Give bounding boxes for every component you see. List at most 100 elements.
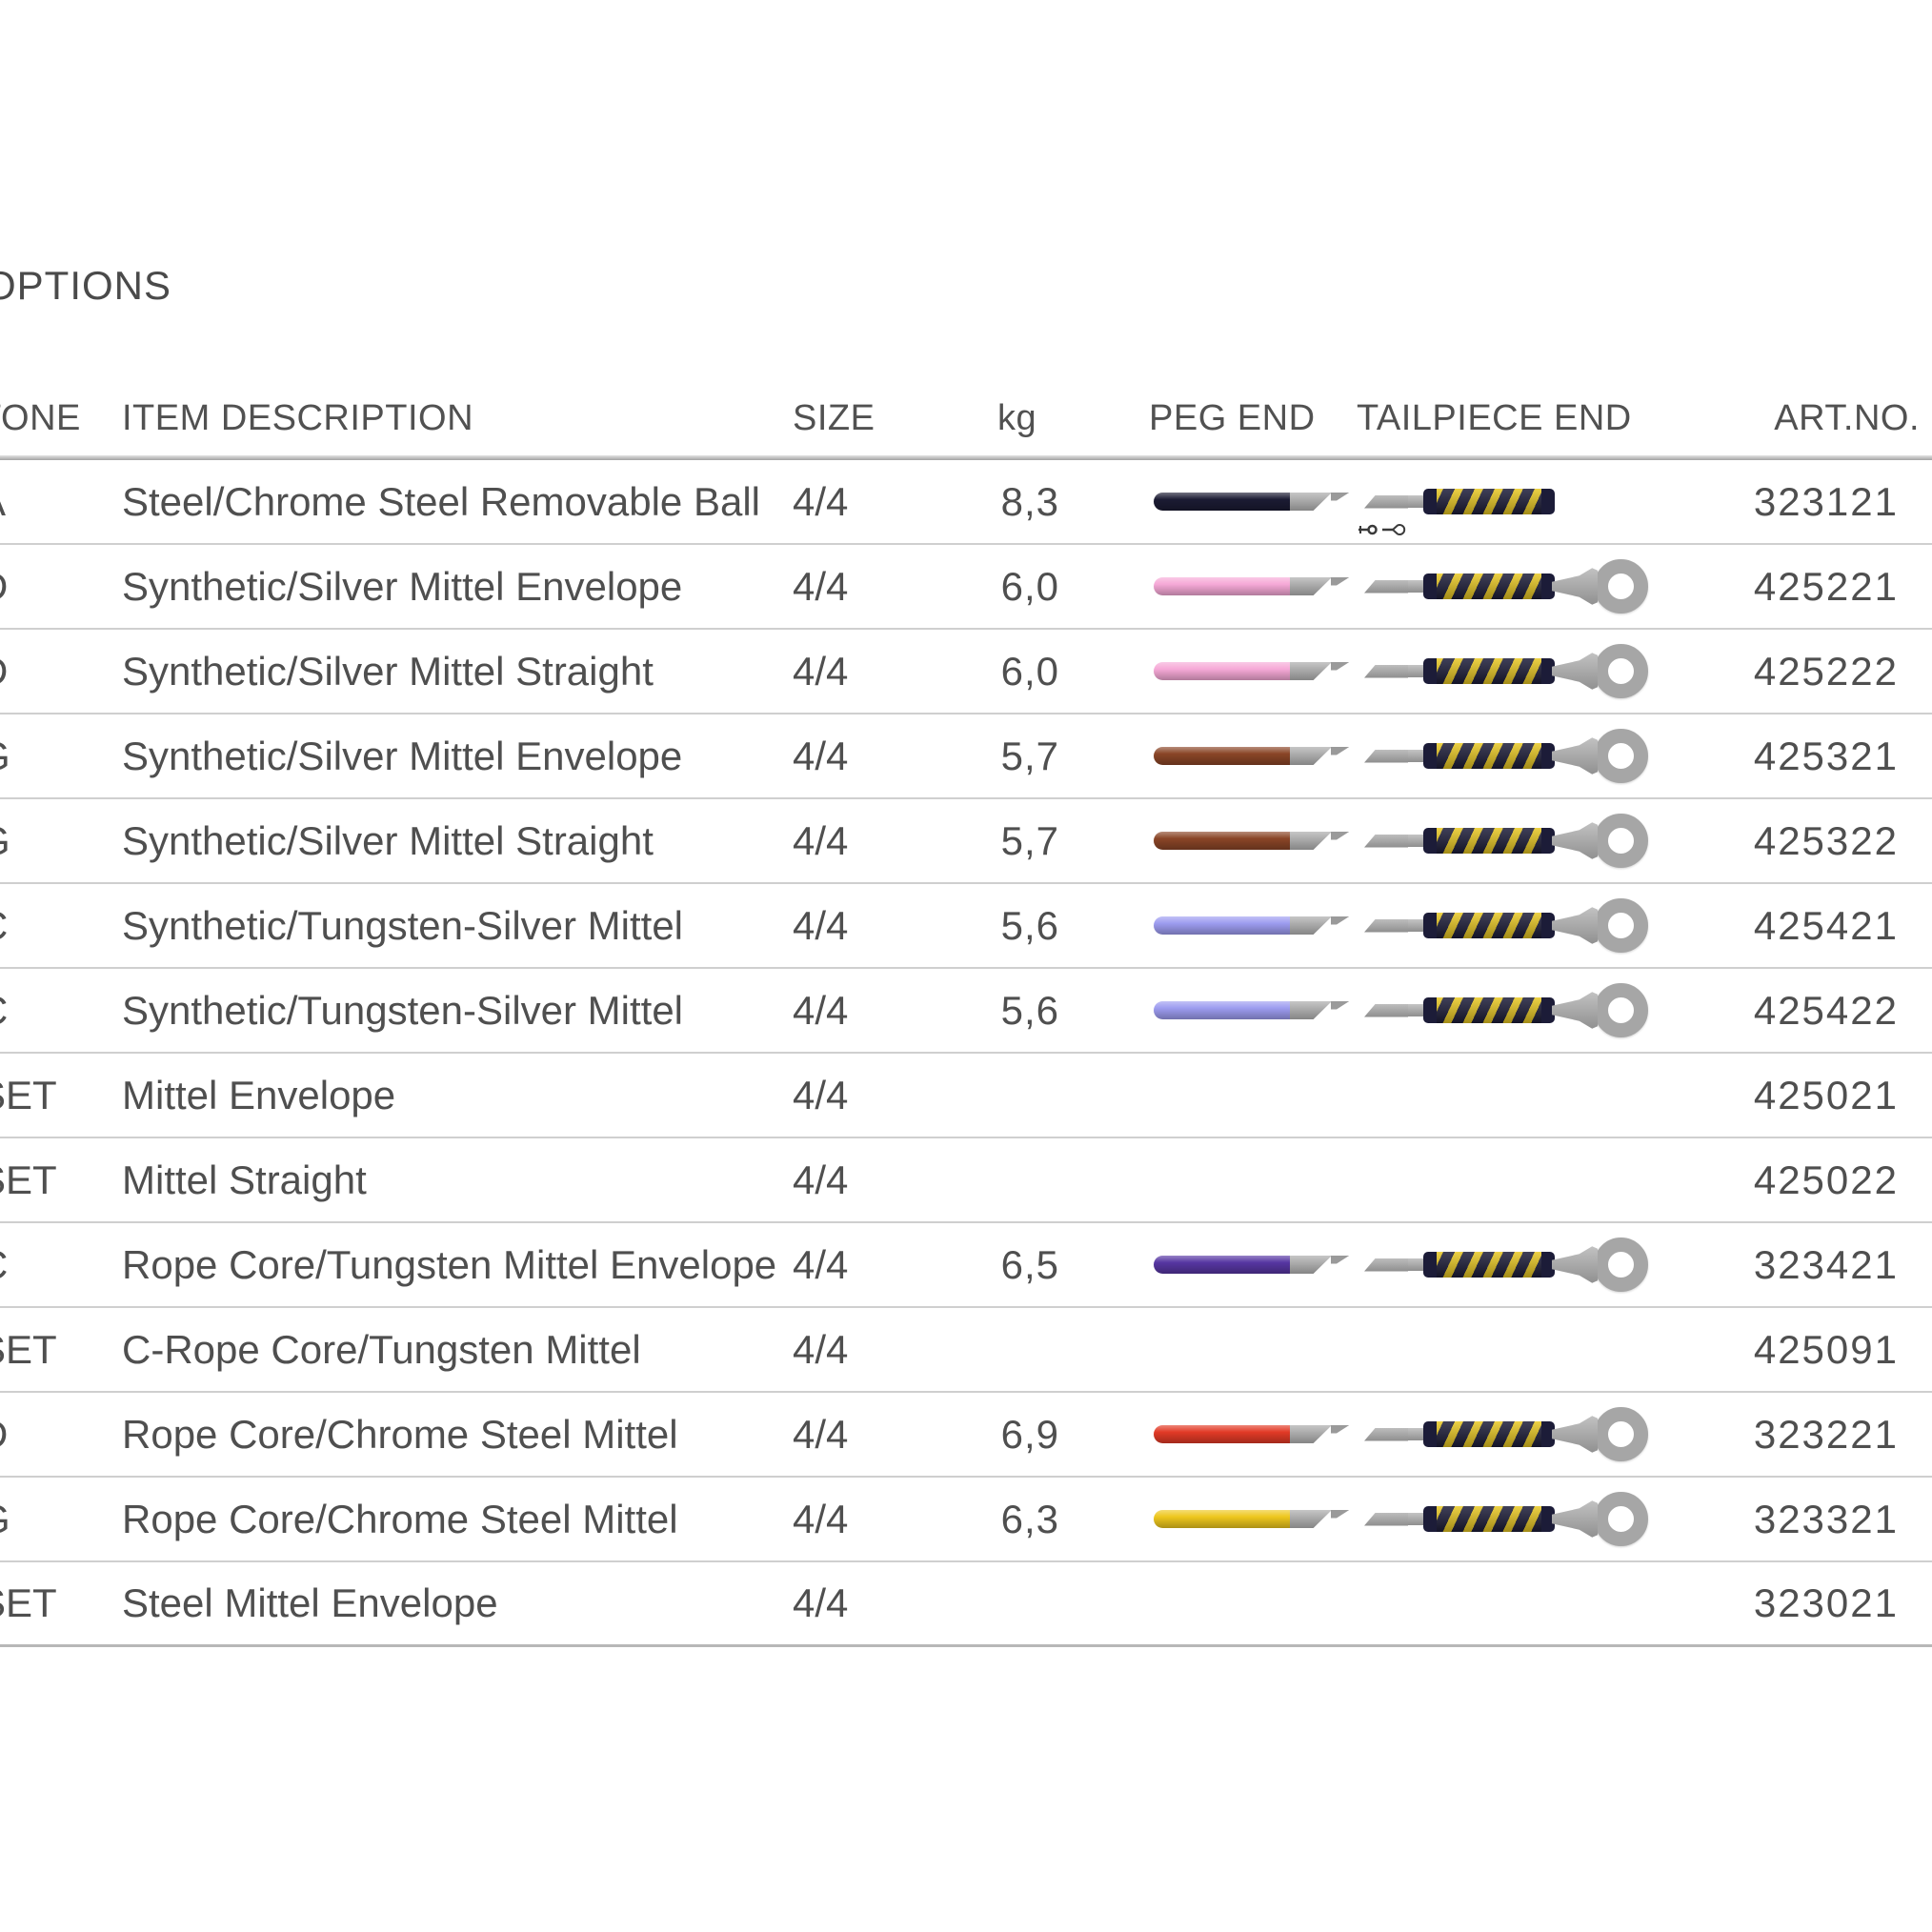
art-no-cell: 425422 [1756, 969, 1899, 1052]
tailpiece-rod-icon [1406, 495, 1423, 508]
item-description-cell: Rope Core/Chrome Steel Mittel [122, 1393, 678, 1476]
column-header-art-no: ART.NO. [1756, 381, 1920, 455]
tailpiece-rod-icon [1406, 1004, 1423, 1016]
tailpiece-cone-icon [1552, 822, 1598, 860]
peg-end-illustration [1154, 545, 1373, 628]
size-cell: 4/4 [793, 714, 848, 797]
tailpiece-loop-ring-icon [1594, 1492, 1648, 1546]
peg-end-illustration [1154, 1478, 1373, 1560]
string-tip-sliver-icon [1331, 832, 1350, 840]
table-body: A Steel/Chrome Steel Removable Ball 4/4 … [0, 460, 1932, 1647]
art-no-cell: 425321 [1756, 714, 1899, 797]
peg-end-illustration [1154, 884, 1373, 967]
tone-cell: D [0, 630, 8, 713]
tailpiece-loop-ring-icon [1594, 814, 1648, 868]
string-color-rod-icon [1154, 916, 1291, 935]
string-tip-sliver-icon [1331, 747, 1350, 755]
art-no-cell: 323121 [1756, 460, 1899, 543]
tone-cell: A [0, 460, 6, 543]
table-row: D Synthetic/Silver Mittel Straight 4/4 6… [0, 630, 1932, 714]
tailpiece-silk-winding-icon [1423, 1421, 1555, 1447]
column-header-peg-end: PEG END [1149, 381, 1316, 455]
string-tip-sliver-icon [1331, 1510, 1350, 1519]
tone-cell: SET [0, 1138, 57, 1221]
size-cell: 4/4 [793, 969, 848, 1052]
item-description-cell: Steel/Chrome Steel Removable Ball [122, 460, 760, 543]
tailpiece-silk-winding-icon [1423, 828, 1555, 854]
art-no-cell: 425421 [1756, 884, 1899, 967]
string-color-rod-icon [1154, 577, 1291, 595]
tailpiece-blade-tip-icon [1364, 835, 1408, 848]
art-no-cell: 323221 [1756, 1393, 1899, 1476]
tone-cell: C [0, 969, 8, 1052]
string-metal-tip-icon [1290, 1425, 1332, 1443]
size-cell: 4/4 [793, 545, 848, 628]
kg-cell [983, 1138, 1059, 1221]
size-cell: 4/4 [793, 630, 848, 713]
column-header-kg: kg [997, 381, 1036, 455]
tailpiece-end-illustration [1364, 884, 1660, 967]
tailpiece-cone-icon [1552, 1416, 1598, 1454]
string-color-rod-icon [1154, 747, 1291, 765]
tailpiece-end-illustration [1364, 1478, 1660, 1560]
tailpiece-end-illustration [1364, 799, 1660, 882]
size-cell: 4/4 [793, 1138, 848, 1221]
column-header-size: SIZE [793, 381, 875, 455]
table-row: A Steel/Chrome Steel Removable Ball 4/4 … [0, 460, 1932, 545]
tailpiece-end-illustration [1364, 1223, 1660, 1306]
size-cell: 4/4 [793, 1562, 848, 1644]
tone-cell: D [0, 545, 8, 628]
peg-end-illustration [1154, 969, 1373, 1052]
table-row: SET Mittel Envelope 4/4 425021 [0, 1054, 1932, 1138]
string-color-rod-icon [1154, 1425, 1291, 1443]
item-description-cell: Synthetic/Tungsten-Silver Mittel [122, 969, 683, 1052]
tailpiece-cone-icon [1552, 737, 1598, 775]
tailpiece-blade-tip-icon [1364, 1428, 1408, 1441]
tailpiece-silk-winding-icon [1423, 913, 1555, 938]
kg-cell [983, 1562, 1059, 1644]
string-metal-tip-icon [1290, 832, 1332, 850]
string-tip-sliver-icon [1331, 916, 1350, 925]
size-cell: 4/4 [793, 884, 848, 967]
tailpiece-cone-icon [1552, 992, 1598, 1030]
item-description-cell: Synthetic/Silver Mittel Straight [122, 799, 654, 882]
tone-cell: C [0, 884, 8, 967]
size-cell: 4/4 [793, 1054, 848, 1137]
table-row: SET Mittel Straight 4/4 425022 [0, 1138, 1932, 1223]
tailpiece-cone-icon [1552, 907, 1598, 945]
tailpiece-loop-ring-icon [1594, 898, 1648, 953]
size-cell: 4/4 [793, 799, 848, 882]
string-tip-sliver-icon [1331, 1425, 1350, 1434]
ball-loop-icon [1357, 521, 1408, 538]
peg-end-illustration [1154, 630, 1373, 713]
tailpiece-silk-winding-icon [1423, 574, 1555, 599]
table-row: G Synthetic/Silver Mittel Straight 4/4 5… [0, 799, 1932, 884]
item-description-cell: Rope Core/Chrome Steel Mittel [122, 1478, 678, 1560]
peg-end-illustration [1154, 1393, 1373, 1476]
art-no-cell: 425022 [1756, 1138, 1899, 1221]
tailpiece-silk-winding-icon [1423, 658, 1555, 684]
kg-cell: 6,5 [983, 1223, 1059, 1306]
string-tip-sliver-icon [1331, 1256, 1350, 1264]
art-no-cell: 323421 [1756, 1223, 1899, 1306]
size-cell: 4/4 [793, 1478, 848, 1560]
page-title: OPTIONS [0, 263, 171, 309]
tailpiece-blade-tip-icon [1364, 1258, 1408, 1272]
peg-end-illustration [1154, 714, 1373, 797]
kg-cell: 6,3 [983, 1478, 1059, 1560]
table-row: G Rope Core/Chrome Steel Mittel 4/4 6,3 … [0, 1478, 1932, 1562]
string-metal-tip-icon [1290, 577, 1332, 595]
tailpiece-rod-icon [1406, 580, 1423, 593]
item-description-cell: Synthetic/Silver Mittel Straight [122, 630, 654, 713]
string-tip-sliver-icon [1331, 662, 1350, 671]
column-header-tone: TONE [0, 381, 81, 455]
kg-cell: 5,6 [983, 884, 1059, 967]
string-metal-tip-icon [1290, 1256, 1332, 1274]
tailpiece-rod-icon [1406, 1513, 1423, 1525]
table-row: C Synthetic/Tungsten-Silver Mittel 4/4 5… [0, 969, 1932, 1054]
item-description-cell: Synthetic/Silver Mittel Envelope [122, 545, 682, 628]
loop-end-icon [1382, 525, 1404, 534]
tailpiece-end-illustration [1364, 460, 1660, 543]
tailpiece-loop-ring-icon [1594, 1238, 1648, 1292]
kg-cell: 5,7 [983, 799, 1059, 882]
